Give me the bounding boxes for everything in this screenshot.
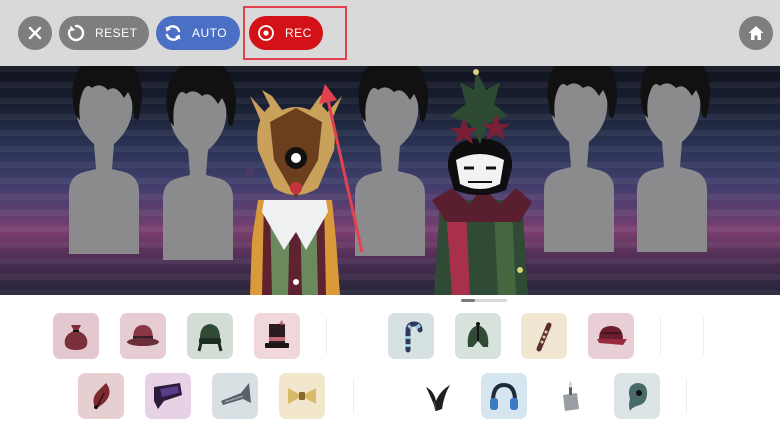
reset-button[interactable]: RESET (59, 16, 149, 50)
winter-hat-icon (197, 324, 223, 352)
auto-button[interactable]: AUTO (156, 16, 240, 50)
helmet-icon (467, 322, 489, 347)
sound-item-top-hat[interactable] (254, 313, 300, 359)
empty-tray-slot (660, 318, 661, 354)
stage-characters (69, 66, 710, 295)
bowler-hat-icon (127, 325, 159, 346)
empty-slot-silhouette[interactable] (637, 66, 710, 253)
home-icon (748, 26, 764, 40)
candle-icon (563, 381, 579, 411)
top-toolbar: RESET AUTO REC (0, 0, 780, 66)
sound-item-bat[interactable] (521, 313, 567, 359)
empty-slot-silhouette[interactable] (544, 66, 617, 253)
sound-item-winter-hat[interactable] (187, 313, 233, 359)
feather-icon (93, 383, 110, 410)
sound-item-candle[interactable] (547, 373, 593, 419)
sound-item-headphones[interactable] (481, 373, 527, 419)
empty-tray-slot (703, 318, 704, 354)
sound-item-bowtie[interactable] (279, 373, 325, 419)
sound-item-horn-speaker[interactable] (145, 373, 191, 419)
horn-speaker-icon (154, 383, 182, 409)
sync-icon (162, 22, 184, 44)
candy-cane-icon (405, 321, 423, 353)
sound-item-bowler-hat[interactable] (120, 313, 166, 359)
game-app: RESET AUTO REC (0, 0, 780, 438)
deer-mask-character[interactable] (246, 90, 344, 295)
cap-icon (597, 326, 627, 345)
empty-slot-silhouette[interactable] (355, 66, 428, 257)
claw-icon (426, 385, 450, 412)
sound-item-feather[interactable] (78, 373, 124, 419)
reset-label: RESET (95, 26, 138, 40)
ghost-icon (628, 383, 648, 411)
star-jester-character[interactable] (432, 69, 532, 295)
rec-label: REC (285, 26, 312, 40)
empty-slot-silhouette[interactable] (163, 66, 236, 261)
empty-tray-slot (326, 318, 327, 354)
empty-tray-slot (353, 378, 354, 414)
sound-item-claw[interactable] (414, 373, 460, 419)
close-button[interactable] (18, 16, 52, 50)
sound-item-trumpet[interactable] (212, 373, 258, 419)
auto-label: AUTO (192, 26, 228, 40)
bat-icon (536, 322, 552, 352)
sound-item-cap[interactable] (588, 313, 634, 359)
character-stage (0, 66, 780, 295)
home-button[interactable] (739, 16, 773, 50)
empty-slot-silhouette[interactable] (69, 66, 142, 255)
sack-icon (64, 325, 88, 350)
close-icon (28, 26, 42, 40)
top-hat-icon (265, 320, 289, 348)
reset-icon (65, 22, 87, 44)
sound-item-sack[interactable] (53, 313, 99, 359)
trumpet-icon (221, 383, 251, 405)
empty-tray-slot (686, 378, 687, 414)
headphones-icon (490, 382, 518, 410)
tray-page-indicator (461, 299, 507, 302)
sound-item-candy-cane[interactable] (388, 313, 434, 359)
bowtie-icon (288, 388, 316, 404)
sound-item-helmet[interactable] (455, 313, 501, 359)
sound-item-ghost[interactable] (614, 373, 660, 419)
record-icon (255, 22, 277, 44)
rec-button[interactable]: REC (249, 16, 323, 50)
